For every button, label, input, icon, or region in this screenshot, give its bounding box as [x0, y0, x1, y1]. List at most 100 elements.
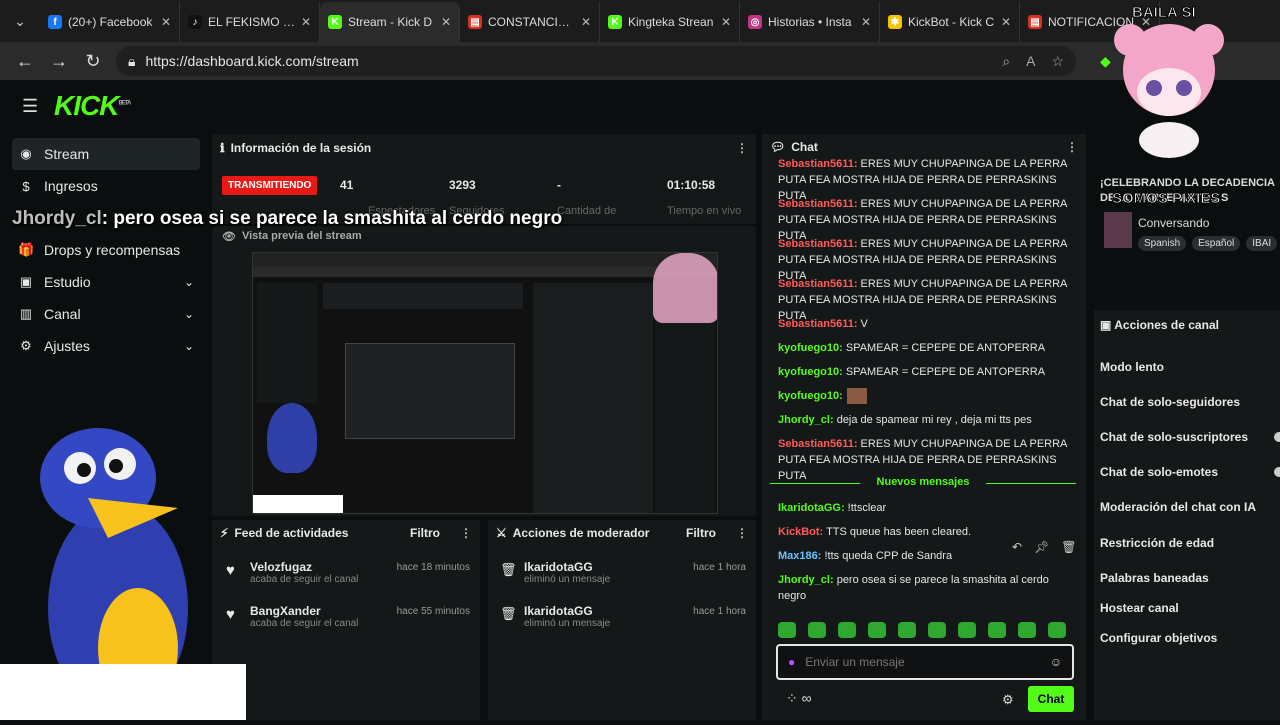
more-options-icon[interactable]: ⋮: [736, 526, 748, 540]
tag-chip[interactable]: Español: [1192, 236, 1241, 251]
chat-username[interactable]: Sebastian5611:: [778, 198, 858, 210]
close-icon[interactable]: ✕: [721, 15, 731, 29]
chat-username[interactable]: Sebastian5611:: [778, 238, 858, 250]
toggle-switch[interactable]: [1274, 467, 1280, 477]
chat-username[interactable]: kyofuego10:: [778, 342, 843, 354]
channel-action-item[interactable]: Palabras baneadas: [1100, 571, 1209, 585]
chat-username[interactable]: KickBot:: [778, 526, 823, 538]
chat-username[interactable]: Jhordy_cl:: [778, 574, 834, 586]
reload-button[interactable]: ↻: [76, 44, 110, 78]
mod-filter-button[interactable]: Filtro: [686, 526, 716, 540]
gift-icon: 🎁: [18, 242, 35, 257]
sidebar-item-estudio[interactable]: ▣ Estudio ⌄: [12, 266, 200, 298]
sidebar-item-drops[interactable]: 🎁 Drops y recompensas: [12, 234, 200, 266]
forward-button[interactable]: →: [42, 44, 76, 78]
tag-chip[interactable]: Spanish: [1138, 236, 1187, 251]
emote-icon[interactable]: [838, 622, 856, 638]
sidebar-item-canal[interactable]: ▥ Canal ⌄: [12, 298, 200, 330]
chat-username[interactable]: Sebastian5611:: [778, 158, 858, 170]
emoji-icon[interactable]: ☺: [1050, 655, 1062, 669]
channel-action-item[interactable]: Modo lento: [1100, 360, 1164, 374]
channel-action-item[interactable]: Hostear canal: [1100, 601, 1179, 615]
channel-action-item[interactable]: Chat de solo-seguidores: [1100, 395, 1240, 409]
chat-username[interactable]: Jhordy_cl:: [778, 414, 834, 426]
emote-icon[interactable]: [958, 622, 976, 638]
emote-icon[interactable]: [1048, 622, 1066, 638]
pdf-icon: ▤: [1028, 15, 1042, 29]
emote-icon[interactable]: [928, 622, 946, 638]
chat-input-placeholder: Enviar un mensaje: [805, 655, 905, 669]
sidebar-item-ingresos[interactable]: $ Ingresos: [12, 170, 200, 202]
toggle-switch[interactable]: [1274, 432, 1280, 442]
read-aloud-icon[interactable]: A: [1026, 53, 1035, 70]
pink-overlay-text-bottom: SOMOS PIXIES: [1111, 190, 1221, 208]
infinity-icon[interactable]: ⁘ ∞: [786, 690, 812, 707]
tab-menu-button[interactable]: ⌄: [0, 0, 40, 42]
close-icon[interactable]: ✕: [861, 15, 871, 29]
browser-tab[interactable]: K Kingteka Strean ✕: [600, 2, 740, 42]
zoom-icon[interactable]: ⌕: [1002, 53, 1010, 70]
close-icon[interactable]: ✕: [441, 15, 451, 29]
browser-tab[interactable]: ◎ Historias • Insta ✕: [740, 2, 880, 42]
chat-username[interactable]: IkaridotaGG:: [778, 502, 845, 514]
hamburger-menu-icon[interactable]: ☰: [22, 96, 38, 117]
channel-action-item[interactable]: Configurar objetivos: [1100, 631, 1217, 645]
chat-username[interactable]: Sebastian5611:: [778, 438, 858, 450]
browser-tab[interactable]: ♪ EL FEKISMO (@ ✕: [180, 2, 320, 42]
white-overlay-box: [0, 664, 246, 720]
chevron-down-icon[interactable]: ⌄: [184, 307, 194, 321]
chat-username[interactable]: Max186:: [778, 550, 821, 562]
browser-tab-bar: ⌄ f (20+) Facebook ✕ ♪ EL FEKISMO (@ ✕ K Stream…: [0, 0, 1280, 42]
mic-icon[interactable]: ●: [788, 655, 795, 669]
favorite-star-icon[interactable]: ☆: [1051, 53, 1064, 70]
emote-icon[interactable]: [898, 622, 916, 638]
more-options-icon[interactable]: ⋮: [1066, 140, 1078, 154]
emote-icon[interactable]: [988, 622, 1006, 638]
chevron-down-icon[interactable]: ⌄: [184, 275, 194, 289]
stream-preview-video[interactable]: [252, 252, 718, 514]
chat-settings-icon[interactable]: ⚙: [1002, 692, 1014, 708]
browser-tab[interactable]: ▤ CONSTANCIA D ✕: [460, 2, 600, 42]
emote-image: [846, 388, 867, 405]
url-field[interactable]: 🔒︎ https://dashboard.kick.com/stream ⌕ A…: [116, 46, 1076, 76]
channel-action-item[interactable]: Chat de solo-suscriptores: [1100, 430, 1248, 444]
chevron-down-icon[interactable]: ⌄: [184, 339, 194, 353]
close-icon[interactable]: ✕: [1001, 15, 1011, 29]
chat-username[interactable]: kyofuego10:: [778, 366, 843, 378]
emote-bar: [778, 622, 1066, 638]
activity-filter-button[interactable]: Filtro: [410, 526, 440, 540]
emote-icon[interactable]: [1018, 622, 1036, 638]
browser-tab[interactable]: K Stream - Kick D ✕: [320, 2, 460, 42]
more-options-icon[interactable]: ⋮: [736, 141, 748, 155]
kick-logo[interactable]: KICKBETA: [54, 90, 131, 122]
chat-username[interactable]: Sebastian5611:: [778, 278, 858, 290]
pin-icon[interactable]: 📌︎: [1034, 540, 1049, 554]
close-icon[interactable]: ✕: [161, 15, 171, 29]
channel-actions-panel: ▣ Acciones de canal Modo lento Chat de so…: [1094, 310, 1280, 720]
trash-icon[interactable]: 🗑︎: [1061, 540, 1076, 554]
chat-username[interactable]: kyofuego10:: [778, 390, 843, 402]
emote-icon[interactable]: [778, 622, 796, 638]
channel-action-item[interactable]: Moderación del chat con IA: [1100, 500, 1256, 514]
browser-tab[interactable]: ✱ KickBot - Kick C ✕: [880, 2, 1020, 42]
facebook-icon: f: [48, 15, 62, 29]
chat-input[interactable]: ● Enviar un mensaje ☺: [776, 644, 1074, 680]
back-button[interactable]: ←: [8, 44, 42, 78]
chevron-down-icon: ⌄: [14, 12, 26, 29]
send-chat-button[interactable]: Chat: [1028, 686, 1074, 712]
channel-action-item[interactable]: Restricción de edad: [1100, 536, 1214, 550]
tag-chip[interactable]: IBAI: [1246, 236, 1278, 251]
undo-icon[interactable]: ↶: [1012, 540, 1022, 554]
channel-action-item[interactable]: Chat de solo-emotes: [1100, 465, 1218, 479]
chat-username[interactable]: Sebastian5611:: [778, 318, 858, 330]
browser-tab[interactable]: f (20+) Facebook ✕: [40, 2, 180, 42]
sidebar-item-ajustes[interactable]: ⚙ Ajustes ⌄: [12, 330, 200, 362]
close-icon[interactable]: ✕: [301, 15, 311, 29]
emote-icon[interactable]: [868, 622, 886, 638]
pink-overlay-text-top: BAILA SI: [1132, 4, 1197, 22]
sidebar-item-stream[interactable]: ◉ Stream: [12, 138, 200, 170]
more-options-icon[interactable]: ⋮: [460, 526, 472, 540]
feed-icon: ⚡︎: [220, 526, 229, 540]
emote-icon[interactable]: [808, 622, 826, 638]
close-icon[interactable]: ✕: [581, 15, 591, 29]
